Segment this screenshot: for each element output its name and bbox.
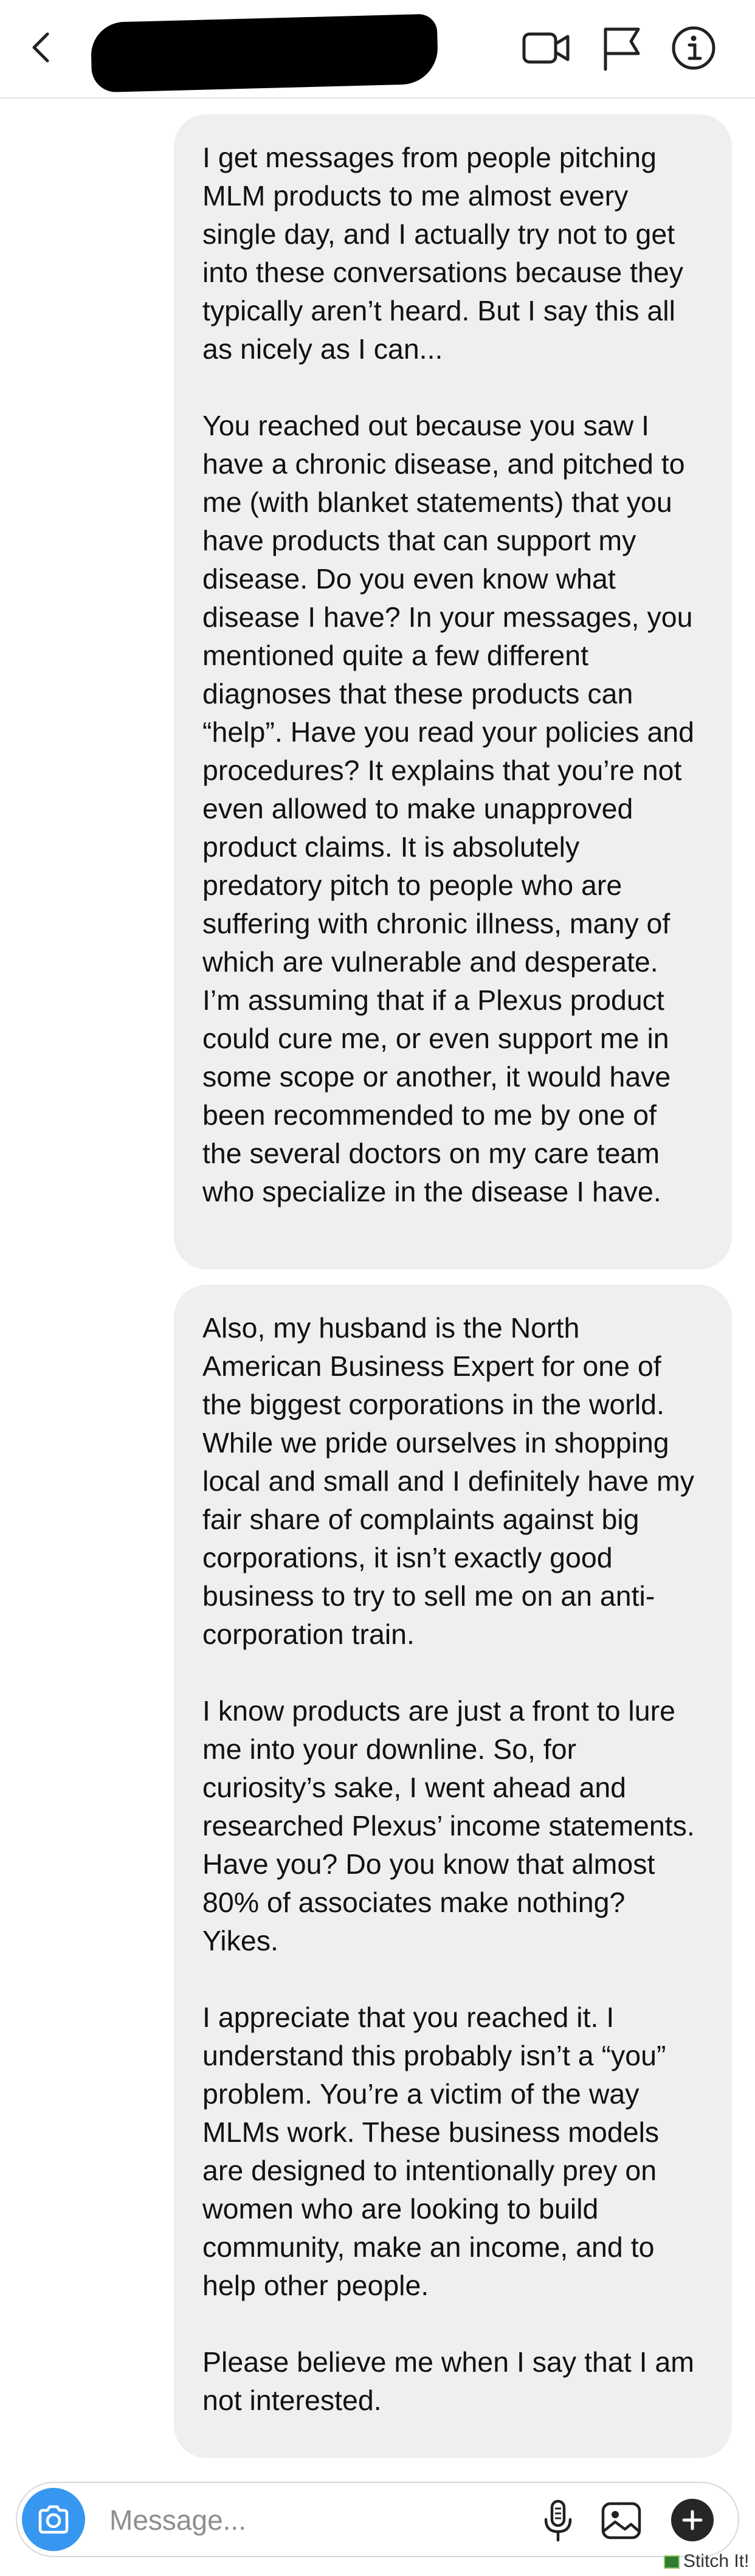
stitch-logo-icon <box>664 2555 680 2569</box>
microphone-icon <box>544 2499 572 2542</box>
message-paragraph: I know products are just a front to lure… <box>202 1695 695 1956</box>
plus-icon <box>682 2510 703 2530</box>
message-paragraph: Please believe me when I say that I am n… <box>202 2346 695 2416</box>
stitch-watermark: Stitch It! <box>664 2551 749 2572</box>
message-paragraph: I appreciate that you reached it. I unde… <box>202 2001 666 2301</box>
message-paragraph: I get messages from people pitching MLM … <box>202 142 683 365</box>
gallery-icon <box>601 2502 641 2540</box>
voice-message-button[interactable] <box>535 2498 581 2544</box>
message-bubble-sent[interactable]: I get messages from people pitching MLM … <box>174 114 732 1269</box>
more-options-button[interactable] <box>671 2499 714 2541</box>
chevron-left-icon <box>32 32 49 63</box>
message-input[interactable] <box>109 2499 450 2541</box>
camera-icon <box>38 2505 69 2534</box>
report-button[interactable] <box>596 22 648 74</box>
gallery-button[interactable] <box>598 2498 644 2544</box>
message-paragraph: Also, my husband is the North American B… <box>202 1312 695 1650</box>
video-call-icon <box>522 32 570 64</box>
info-button[interactable] <box>667 22 720 74</box>
message-bubble-sent[interactable]: Also, my husband is the North American B… <box>174 1285 732 2458</box>
message-paragraph: You reached out because you saw I have a… <box>202 410 695 1207</box>
video-call-button[interactable] <box>520 22 573 74</box>
flag-icon <box>604 27 640 71</box>
back-button[interactable] <box>24 29 61 66</box>
info-icon <box>672 26 715 70</box>
message-composer <box>16 2482 739 2557</box>
camera-button[interactable] <box>22 2488 85 2551</box>
watermark-text: Stitch It! <box>683 2551 750 2571</box>
chat-header <box>0 0 755 98</box>
